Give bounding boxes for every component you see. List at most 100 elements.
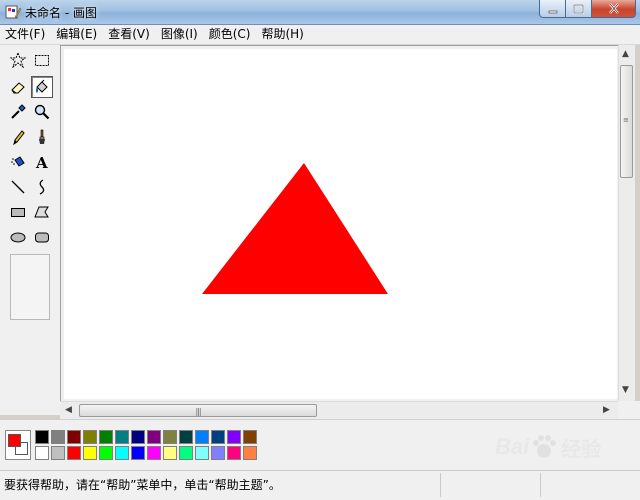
menu-view[interactable]: 查看(V) xyxy=(103,25,156,44)
color-picker-icon xyxy=(11,104,26,119)
toolbox: A xyxy=(0,45,60,415)
curve-tool[interactable] xyxy=(31,176,53,198)
palette-swatch[interactable] xyxy=(147,446,161,460)
horizontal-scrollbar[interactable]: ◀ ||| ▶ xyxy=(60,401,618,419)
airbrush-icon xyxy=(11,156,25,167)
maximize-button[interactable] xyxy=(566,0,592,18)
svg-text:A: A xyxy=(35,154,48,170)
palette-swatch[interactable] xyxy=(211,430,225,444)
menu-edit[interactable]: 编辑(E) xyxy=(51,25,103,44)
magnifier-tool[interactable] xyxy=(31,101,53,123)
rect-select-tool[interactable] xyxy=(31,49,53,71)
palette-swatch[interactable] xyxy=(163,430,177,444)
menu-help[interactable]: 帮助(H) xyxy=(256,25,309,44)
scroll-right-icon[interactable]: ▶ xyxy=(603,405,610,415)
pencil-icon xyxy=(13,130,25,145)
palette-swatch[interactable] xyxy=(163,446,177,460)
polygon-icon xyxy=(34,206,49,218)
line-tool[interactable] xyxy=(7,176,29,198)
minimize-button[interactable] xyxy=(539,0,566,18)
color-picker-tool[interactable] xyxy=(7,101,29,123)
rounded-rect-tool[interactable] xyxy=(31,226,53,248)
palette-swatch[interactable] xyxy=(51,446,65,460)
close-icon xyxy=(608,3,619,14)
palette-swatch[interactable] xyxy=(179,446,193,460)
rectangle-icon xyxy=(11,208,25,217)
ellipse-icon xyxy=(10,232,26,243)
canvas-svg xyxy=(202,163,388,294)
palette-swatch[interactable] xyxy=(99,446,113,460)
palette-swatch[interactable] xyxy=(35,446,49,460)
palette-swatch[interactable] xyxy=(195,446,209,460)
palette-swatch[interactable] xyxy=(83,430,97,444)
text-tool[interactable]: A xyxy=(31,151,53,173)
palette-swatch[interactable] xyxy=(67,446,81,460)
status-bar: 要获得帮助，请在“帮助”菜单中，单击“帮助主题”。 xyxy=(0,470,640,500)
curve-icon xyxy=(39,179,45,195)
palette-swatch[interactable] xyxy=(67,430,81,444)
foreground-color-swatch[interactable] xyxy=(8,434,21,447)
palette-swatch[interactable] xyxy=(115,446,129,460)
palette-swatch[interactable] xyxy=(179,430,193,444)
airbrush-tool[interactable] xyxy=(7,151,29,173)
palette-swatch[interactable] xyxy=(115,430,129,444)
vertical-scroll-thumb[interactable]: ≡ xyxy=(620,65,633,178)
rounded-rect-icon xyxy=(35,232,49,243)
tool-options-panel[interactable] xyxy=(10,254,50,320)
canvas-area xyxy=(60,45,620,401)
red-triangle xyxy=(202,163,388,294)
polygon-tool[interactable] xyxy=(31,201,53,223)
current-colors[interactable] xyxy=(5,430,31,460)
scroll-down-icon[interactable]: ▼ xyxy=(622,385,629,395)
scroll-up-icon[interactable]: ▲ xyxy=(622,49,629,59)
horizontal-scroll-thumb[interactable]: ||| xyxy=(79,404,317,417)
brush-icon xyxy=(39,129,45,144)
palette-swatch[interactable] xyxy=(131,430,145,444)
magnifier-icon xyxy=(34,104,50,120)
palette-swatch[interactable] xyxy=(243,430,257,444)
rectangle-tool[interactable] xyxy=(7,201,29,223)
color-palette xyxy=(0,419,640,470)
palette-swatch[interactable] xyxy=(147,430,161,444)
menu-bar: 文件(F) 编辑(E) 查看(V) 图像(I) 颜色(C) 帮助(H) xyxy=(0,25,640,45)
palette-swatch[interactable] xyxy=(243,446,257,460)
fill-bucket-icon xyxy=(36,79,48,93)
scroll-left-icon[interactable]: ◀ xyxy=(65,405,72,415)
palette-swatch[interactable] xyxy=(51,430,65,444)
pencil-tool[interactable] xyxy=(7,126,29,148)
line-icon xyxy=(11,180,25,194)
palette-swatch[interactable] xyxy=(227,446,241,460)
maximize-icon xyxy=(573,3,584,14)
free-select-tool[interactable] xyxy=(7,49,29,71)
brush-tool[interactable] xyxy=(31,126,53,148)
fill-bucket-tool[interactable] xyxy=(31,76,53,98)
menu-colors[interactable]: 颜色(C) xyxy=(204,25,257,44)
eraser-tool[interactable] xyxy=(7,76,29,98)
menu-image[interactable]: 图像(I) xyxy=(156,25,204,44)
close-button[interactable] xyxy=(592,0,636,18)
paint-app-icon xyxy=(5,4,22,20)
minimize-icon xyxy=(548,10,557,13)
menu-file[interactable]: 文件(F) xyxy=(0,25,51,44)
palette-swatch[interactable] xyxy=(195,430,209,444)
status-text: 要获得帮助，请在“帮助”菜单中，单击“帮助主题”。 xyxy=(4,478,281,492)
scroll-corner xyxy=(618,401,640,419)
title-bar: 未命名 - 画图 xyxy=(0,0,640,25)
text-icon: A xyxy=(35,154,48,170)
palette-swatch[interactable] xyxy=(83,446,97,460)
rect-select-icon xyxy=(35,55,49,66)
grip-icon: ≡ xyxy=(623,116,629,124)
grip-icon: ||| xyxy=(195,407,201,416)
palette-swatch[interactable] xyxy=(131,446,145,460)
status-divider xyxy=(440,473,441,497)
eraser-icon xyxy=(11,82,25,94)
palette-swatch[interactable] xyxy=(227,430,241,444)
ellipse-tool[interactable] xyxy=(7,226,29,248)
palette-swatch[interactable] xyxy=(99,430,113,444)
drawing-canvas[interactable] xyxy=(64,49,617,399)
status-divider xyxy=(540,473,541,497)
free-select-icon xyxy=(10,52,26,68)
palette-swatch[interactable] xyxy=(35,430,49,444)
vertical-scrollbar[interactable]: ▲ ≡ ▼ xyxy=(618,45,635,401)
palette-swatch[interactable] xyxy=(211,446,225,460)
